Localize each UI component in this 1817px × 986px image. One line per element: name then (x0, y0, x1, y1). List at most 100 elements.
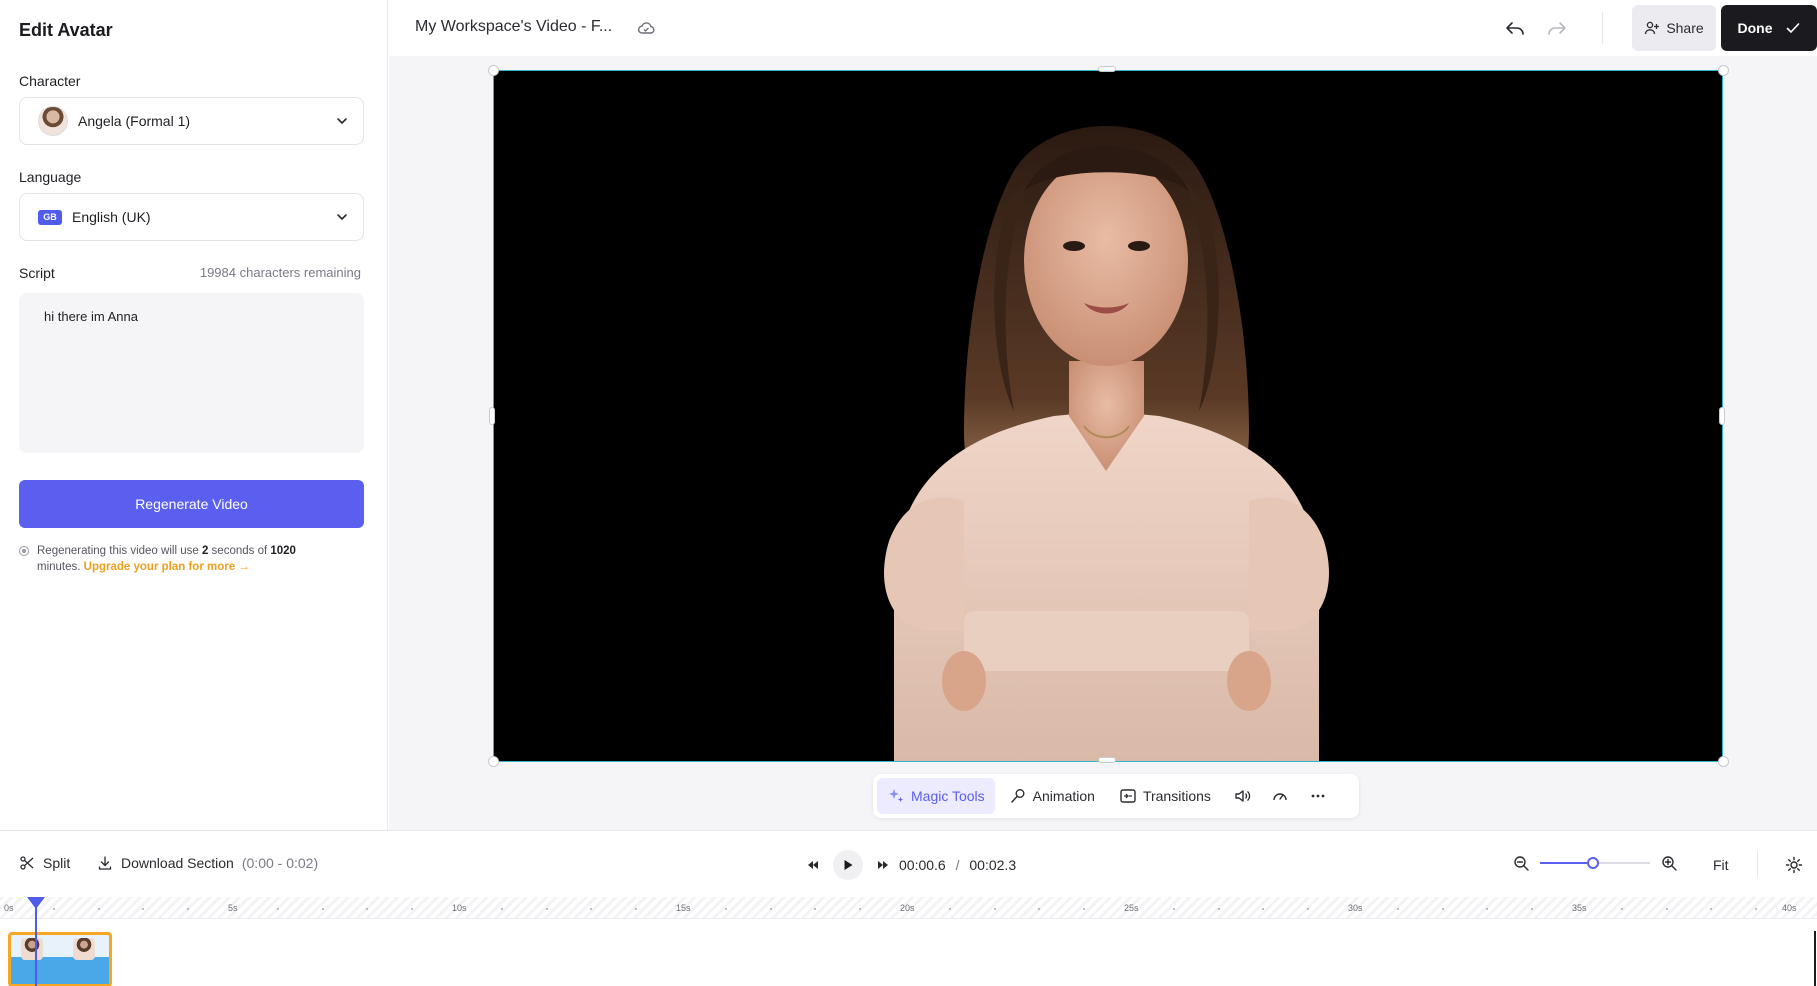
fast-forward-icon (878, 861, 888, 869)
playhead-handle[interactable] (27, 897, 45, 909)
play-button[interactable] (833, 850, 863, 880)
video-editor: Edit Avatar Character Angela (Formal 1) … (0, 0, 1817, 986)
language-value: English (UK) (72, 209, 151, 225)
ruler-label: 30s (1348, 903, 1363, 913)
playhead[interactable] (35, 897, 37, 986)
zoom-out-icon[interactable] (1512, 854, 1530, 872)
resize-handle[interactable] (1098, 66, 1116, 72)
ruler-tick (366, 908, 369, 910)
project-title[interactable]: My Workspace's Video - F... (415, 18, 612, 36)
done-button[interactable]: Done (1721, 5, 1817, 51)
ruler-tick (321, 908, 324, 910)
zoom-slider[interactable] (1540, 853, 1650, 873)
zoom-in-icon[interactable] (1660, 854, 1678, 872)
ruler-tick (500, 908, 503, 910)
undo-icon[interactable] (1503, 16, 1527, 40)
ruler-tick (1710, 908, 1713, 910)
avatar-presenter-image (884, 126, 1329, 761)
ruler-label: 15s (676, 903, 691, 913)
gear-icon[interactable] (1784, 855, 1804, 875)
timeline-controls: Split Download Section (0:00 - 0:02) 00:… (0, 831, 1817, 897)
top-bar: My Workspace's Video - F... Share Done (389, 0, 1817, 56)
current-time: 00:00.6 (899, 857, 946, 873)
characters-remaining: 19984 characters remaining (199, 265, 361, 280)
ruler-tick (1531, 908, 1534, 910)
transitions-button[interactable]: Transitions (1109, 778, 1221, 814)
note-minutes: 1020 (270, 545, 296, 557)
magic-tools-button[interactable]: Magic Tools (877, 778, 995, 814)
info-icon (19, 546, 29, 556)
download-icon (98, 856, 112, 870)
ruler-label: 10s (452, 903, 467, 913)
rewind-button[interactable] (799, 851, 827, 879)
play-icon (844, 860, 853, 870)
resize-handle[interactable] (488, 65, 499, 76)
regenerate-video-button[interactable]: Regenerate Video (19, 480, 364, 528)
upgrade-plan-link[interactable]: Upgrade your plan for more → (84, 561, 250, 573)
ruler-tick (1665, 908, 1668, 910)
animation-button[interactable]: Animation (999, 778, 1105, 814)
speed-button[interactable] (1263, 778, 1297, 814)
script-input[interactable] (19, 293, 364, 453)
redo-icon[interactable] (1545, 16, 1569, 40)
zoom-slider-knob[interactable] (1587, 857, 1599, 869)
ruler-label: 35s (1572, 903, 1587, 913)
ruler-label: 40s (1782, 903, 1797, 913)
note-middle: seconds of (211, 545, 268, 557)
zoom-slider-fill (1540, 862, 1593, 864)
ruler-tick (1307, 908, 1310, 910)
ruler-tick (1755, 908, 1758, 910)
regenerate-note: Regenerating this video will use 2 secon… (19, 543, 364, 575)
language-select[interactable]: GB English (UK) (19, 193, 364, 241)
scissors-icon (20, 856, 34, 870)
chevron-down-icon (337, 118, 347, 124)
character-label: Character (19, 73, 81, 89)
timeline-ruler[interactable]: 0s 5s 10s 15s 20s 25s 30s 35s 40s (0, 897, 1817, 919)
split-button[interactable]: Split (19, 855, 70, 871)
ruler-tick (545, 908, 548, 910)
divider (1602, 12, 1603, 44)
character-select[interactable]: Angela (Formal 1) (19, 97, 364, 145)
download-range: (0:00 - 0:02) (241, 855, 319, 871)
ruler-tick (97, 908, 100, 910)
volume-icon (1235, 790, 1250, 802)
video-preview[interactable] (493, 70, 1723, 762)
ruler-tick (142, 908, 145, 910)
ruler-tick (1396, 908, 1399, 910)
resize-handle[interactable] (489, 407, 495, 425)
cloud-saved-icon (637, 22, 655, 34)
ruler-tick (859, 908, 862, 910)
resize-handle[interactable] (1718, 65, 1729, 76)
more-options-button[interactable] (1301, 778, 1335, 814)
resize-handle[interactable] (1718, 756, 1729, 767)
gb-flag-icon: GB (38, 209, 62, 225)
ruler-tick (1262, 908, 1265, 910)
note-seconds: 2 (201, 545, 209, 557)
resize-handle[interactable] (1719, 407, 1725, 425)
volume-button[interactable] (1225, 778, 1259, 814)
script-label: Script (19, 265, 55, 281)
avatar-clip[interactable] (8, 932, 112, 986)
ruler-tick (1441, 908, 1444, 910)
fit-button[interactable]: Fit (1713, 857, 1729, 873)
speedometer-icon (1273, 793, 1287, 801)
download-section-button[interactable]: Download Section (0:00 - 0:02) (97, 855, 318, 871)
panel-title: Edit Avatar (19, 20, 113, 40)
ruler-tick (769, 908, 772, 910)
share-button[interactable]: Share (1632, 5, 1716, 51)
fast-forward-button[interactable] (869, 851, 897, 879)
resize-handle[interactable] (1098, 757, 1116, 763)
track-end-marker (1814, 931, 1816, 986)
ruler-tick (187, 908, 190, 910)
ruler-tick (52, 908, 55, 910)
ruler-tick (1083, 908, 1086, 910)
ruler-tick (635, 908, 638, 910)
ruler-tick (1172, 908, 1175, 910)
avatar (38, 106, 68, 136)
resize-handle[interactable] (488, 756, 499, 767)
ruler-tick (590, 908, 593, 910)
time-separator: / (955, 857, 960, 873)
ruler-tick (276, 908, 279, 910)
rewind-icon (808, 861, 818, 869)
playback-controls (799, 850, 897, 880)
